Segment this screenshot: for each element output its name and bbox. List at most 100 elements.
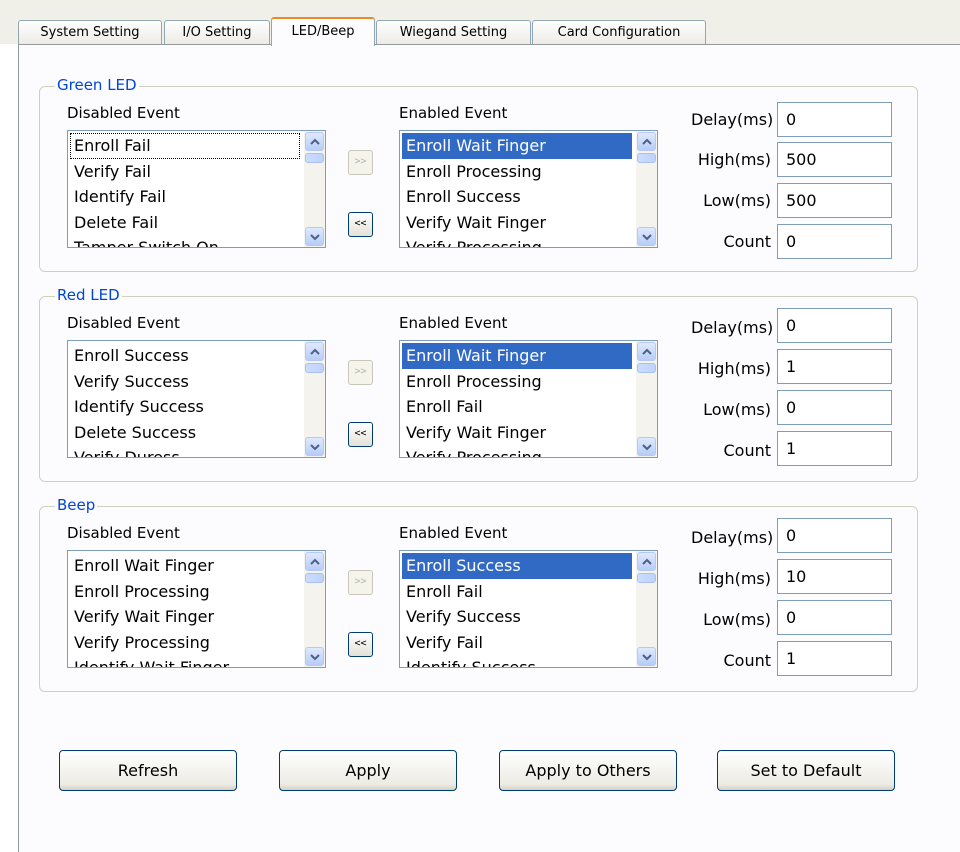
- scroll-up-button[interactable]: [637, 342, 656, 361]
- tab-led-beep[interactable]: LED/Beep: [271, 17, 375, 46]
- list-item[interactable]: Delete Fail: [70, 210, 300, 236]
- scroll-thumb[interactable]: [637, 153, 656, 163]
- list-item[interactable]: Verify Success: [70, 369, 300, 395]
- high-input[interactable]: 10: [777, 559, 892, 594]
- vertical-scrollbar[interactable]: [304, 131, 325, 247]
- vertical-scrollbar[interactable]: [304, 551, 325, 667]
- list-item[interactable]: Enroll Fail: [402, 394, 632, 420]
- list-item[interactable]: Verify Success: [402, 604, 632, 630]
- list-item[interactable]: Verify Fail: [70, 159, 300, 185]
- count-label: Count: [723, 441, 771, 460]
- list-item[interactable]: Verify Wait Finger: [70, 604, 300, 630]
- tab-card-configuration[interactable]: Card Configuration: [532, 20, 706, 45]
- list-item[interactable]: Identify Success: [402, 655, 632, 667]
- scroll-down-button[interactable]: [637, 437, 656, 456]
- delay-input[interactable]: 0: [777, 102, 892, 137]
- enabled-event-list[interactable]: Enroll Success Enroll Fail Verify Succes…: [399, 550, 658, 668]
- count-label: Count: [723, 232, 771, 251]
- chevron-down-icon: [642, 444, 652, 451]
- list-item[interactable]: Tamper Switch On: [70, 235, 300, 247]
- list-item[interactable]: Enroll Processing: [402, 159, 632, 185]
- delay-input[interactable]: 0: [777, 518, 892, 553]
- list-item[interactable]: Enroll Wait Finger: [402, 343, 632, 369]
- list-item[interactable]: Enroll Success: [70, 343, 300, 369]
- disabled-event-list[interactable]: Enroll Success Verify Success Identify S…: [67, 340, 326, 458]
- scroll-thumb[interactable]: [305, 573, 324, 583]
- chevron-up-icon: [642, 138, 652, 145]
- scroll-down-button[interactable]: [305, 647, 324, 666]
- vertical-scrollbar[interactable]: [304, 341, 325, 457]
- vertical-scrollbar[interactable]: [636, 551, 657, 667]
- chevron-down-icon: [310, 444, 320, 451]
- tab-io-setting[interactable]: I/O Setting: [164, 20, 270, 45]
- count-input[interactable]: 0: [777, 224, 892, 259]
- scroll-thumb[interactable]: [305, 363, 324, 373]
- apply-button[interactable]: Apply: [279, 750, 457, 791]
- list-item[interactable]: Verify Processing: [402, 445, 632, 457]
- list-item[interactable]: Enroll Wait Finger: [402, 133, 632, 159]
- list-item[interactable]: Identify Wait Finger: [70, 655, 300, 667]
- scroll-down-button[interactable]: [305, 227, 324, 246]
- enabled-event-list[interactable]: Enroll Wait Finger Enroll Processing Enr…: [399, 340, 658, 458]
- scroll-down-button[interactable]: [637, 647, 656, 666]
- set-to-default-button[interactable]: Set to Default: [717, 750, 895, 791]
- list-item[interactable]: Enroll Wait Finger: [70, 553, 300, 579]
- chevron-down-icon: [310, 234, 320, 241]
- scroll-up-button[interactable]: [305, 132, 324, 151]
- scroll-up-button[interactable]: [637, 552, 656, 571]
- list-item[interactable]: Verify Fail: [402, 630, 632, 656]
- low-input[interactable]: 0: [777, 390, 892, 425]
- scroll-up-button[interactable]: [637, 132, 656, 151]
- tab-system-setting[interactable]: System Setting: [18, 20, 162, 45]
- list-item[interactable]: Enroll Success: [402, 553, 632, 579]
- refresh-button[interactable]: Refresh: [59, 750, 237, 791]
- low-input[interactable]: 0: [777, 600, 892, 635]
- remove-event-button[interactable]: <<: [348, 422, 373, 447]
- list-item[interactable]: Verify Wait Finger: [402, 420, 632, 446]
- vertical-scrollbar[interactable]: [636, 341, 657, 457]
- scroll-thumb[interactable]: [637, 363, 656, 373]
- count-input[interactable]: 1: [777, 641, 892, 676]
- add-event-button[interactable]: >>: [348, 150, 373, 175]
- scroll-down-button[interactable]: [637, 227, 656, 246]
- scroll-thumb[interactable]: [637, 573, 656, 583]
- add-event-button[interactable]: >>: [348, 570, 373, 595]
- list-item[interactable]: Verify Processing: [70, 630, 300, 656]
- low-input[interactable]: 500: [777, 183, 892, 218]
- tab-wiegand-setting[interactable]: Wiegand Setting: [376, 20, 531, 45]
- high-label: High(ms): [697, 359, 771, 378]
- remove-event-button[interactable]: <<: [348, 212, 373, 237]
- vertical-scrollbar[interactable]: [636, 131, 657, 247]
- chevron-up-icon: [310, 558, 320, 565]
- scroll-up-button[interactable]: [305, 342, 324, 361]
- high-label: High(ms): [697, 569, 771, 588]
- high-input[interactable]: 1: [777, 349, 892, 384]
- count-input[interactable]: 1: [777, 431, 892, 466]
- remove-event-button[interactable]: <<: [348, 632, 373, 657]
- scroll-down-button[interactable]: [305, 437, 324, 456]
- group-title: Beep: [55, 496, 98, 514]
- list-item[interactable]: Enroll Fail: [402, 579, 632, 605]
- add-event-button[interactable]: >>: [348, 360, 373, 385]
- list-item[interactable]: Enroll Processing: [70, 579, 300, 605]
- list-item[interactable]: Verify Wait Finger: [402, 210, 632, 236]
- group-title: Red LED: [55, 286, 122, 304]
- enabled-event-list[interactable]: Enroll Wait Finger Enroll Processing Enr…: [399, 130, 658, 248]
- list-item[interactable]: Verify Duress: [70, 445, 300, 457]
- disabled-event-list[interactable]: Enroll Fail Verify Fail Identify Fail De…: [67, 130, 326, 248]
- list-item[interactable]: Identify Fail: [70, 184, 300, 210]
- high-input[interactable]: 500: [777, 142, 892, 177]
- low-label: Low(ms): [703, 400, 771, 419]
- apply-to-others-button[interactable]: Apply to Others: [499, 750, 677, 791]
- scroll-thumb[interactable]: [305, 153, 324, 163]
- list-item[interactable]: Enroll Success: [402, 184, 632, 210]
- scroll-up-button[interactable]: [305, 552, 324, 571]
- list-item[interactable]: Identify Success: [70, 394, 300, 420]
- disabled-event-list[interactable]: Enroll Wait Finger Enroll Processing Ver…: [67, 550, 326, 668]
- list-item[interactable]: Enroll Fail: [70, 133, 300, 159]
- window-margin: [0, 44, 18, 852]
- delay-input[interactable]: 0: [777, 308, 892, 343]
- list-item[interactable]: Delete Success: [70, 420, 300, 446]
- list-item[interactable]: Enroll Processing: [402, 369, 632, 395]
- list-item[interactable]: Verify Processing: [402, 235, 632, 247]
